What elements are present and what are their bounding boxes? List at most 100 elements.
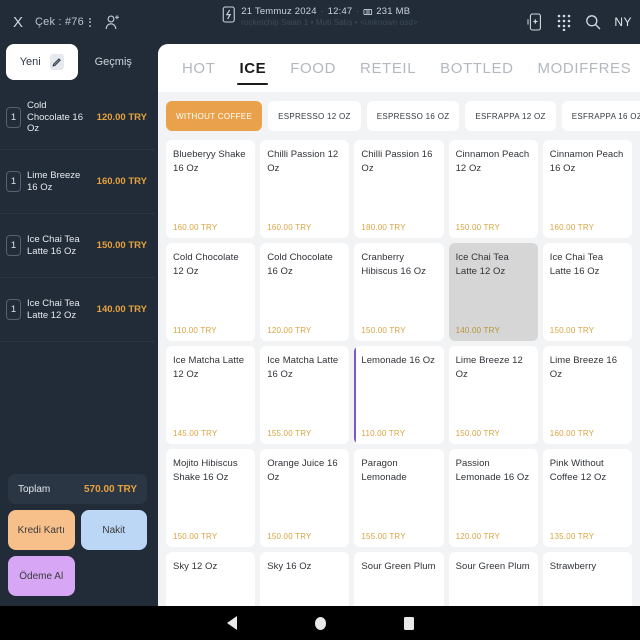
session-info: 21 Temmuz 2024 · 12:47 · 231 MB rocketch… xyxy=(241,6,418,27)
order-item-row[interactable]: 1 Ice Chai Tea Latte 16 Oz 150.00 TRY xyxy=(0,214,155,278)
check-number-text: Çek : #76 xyxy=(35,16,84,28)
tab-hot[interactable]: HOT xyxy=(170,44,227,92)
date-label: 21 Temmuz 2024 xyxy=(241,6,317,17)
product-price: 160.00 TRY xyxy=(267,223,312,232)
chip-without-coffee[interactable]: WITHOUT COFFEE xyxy=(166,101,263,131)
product-price: 150.00 TRY xyxy=(173,532,218,541)
cash-button[interactable]: Nakit xyxy=(80,510,147,550)
product-price: 180.00 TRY xyxy=(361,223,406,232)
product-card-selected[interactable]: Ice Chai Tea Latte 12 Oz 140.00 TRY xyxy=(448,243,538,341)
product-name: Cold Chocolate 12 Oz xyxy=(173,252,239,277)
chip-esfrappa-12oz[interactable]: ESFRAPPA 12 OZ xyxy=(465,101,556,131)
product-card-highlighted[interactable]: Lemonade 16 Oz 110.00 TRY xyxy=(354,346,444,444)
check-number-label[interactable]: Çek : #76 xyxy=(35,16,91,28)
person-add-icon[interactable] xyxy=(104,13,121,31)
user-initials-label[interactable]: NY xyxy=(614,15,632,29)
order-item-row[interactable]: 1 Ice Chai Tea Latte 12 Oz 140.00 TRY xyxy=(0,278,155,342)
numpad-grid-icon[interactable] xyxy=(556,13,572,31)
tab-gecmis[interactable]: Geçmiş xyxy=(78,44,150,80)
order-item-qty[interactable]: 1 xyxy=(6,235,21,256)
order-item-name: Ice Chai Tea Latte 16 Oz xyxy=(27,234,80,257)
product-card[interactable]: Orange Juice 16 Oz 150.00 TRY xyxy=(260,449,350,547)
total-value: 570.00 TRY xyxy=(84,483,137,495)
more-vertical-icon[interactable] xyxy=(88,17,91,27)
tab-reteil[interactable]: RETEIL xyxy=(348,44,428,92)
order-item-qty[interactable]: 1 xyxy=(6,299,21,320)
order-item-row[interactable]: 1 Cold Chocolate 16 Oz 120.00 TRY xyxy=(0,86,155,150)
tab-bottled[interactable]: BOTTLED xyxy=(428,44,525,92)
product-price: 160.00 TRY xyxy=(173,223,218,232)
tab-food[interactable]: FOOD xyxy=(278,44,348,92)
product-card[interactable]: Cranberry Hibiscus 16 Oz 150.00 TRY xyxy=(354,243,444,341)
recents-square-icon[interactable] xyxy=(403,616,414,630)
product-name: Cinnamon Peach 16 Oz xyxy=(549,149,624,174)
product-card[interactable]: Mojito Hibiscus Shake 16 Oz 150.00 TRY xyxy=(166,449,256,547)
product-card[interactable]: Lime Breeze 16 Oz 160.00 TRY xyxy=(542,346,632,444)
chip-espresso-12oz[interactable]: ESPRESSO 12 OZ xyxy=(268,101,361,131)
product-name: Strawberry xyxy=(549,561,597,572)
main-body: Yeni Geçmiş 1 Cold Chocolate 16 Oz 120.0… xyxy=(0,44,640,606)
order-item-qty[interactable]: 1 xyxy=(6,171,21,192)
product-grid-scroll[interactable]: Blueberyy Shake 16 Oz 160.00 TRY Chilli … xyxy=(158,140,640,606)
product-name: Cold Chocolate 16 Oz xyxy=(267,252,333,277)
order-item-name: Ice Chai Tea Latte 12 Oz xyxy=(27,298,80,321)
product-card[interactable]: Paragon Lemonade 155.00 TRY xyxy=(354,449,444,547)
tab-modiffres[interactable]: MODIFFRES xyxy=(526,44,640,92)
chip-espresso-16oz[interactable]: ESPRESSO 16 OZ xyxy=(366,101,460,131)
product-price: 150.00 TRY xyxy=(455,223,500,232)
product-name: Paragon Lemonade xyxy=(361,458,407,483)
product-card[interactable]: Pink Without Coffee 12 Oz 135.00 TRY xyxy=(542,449,632,547)
chip-esfrappa-16oz[interactable]: ESFRAPPA 16 OZ xyxy=(561,101,640,131)
product-card[interactable]: Ice Matcha Latte 16 Oz 155.00 TRY xyxy=(260,346,350,444)
product-name: Orange Juice 16 Oz xyxy=(267,458,338,483)
tab-yeni[interactable]: Yeni xyxy=(6,44,78,80)
product-card[interactable]: Cold Chocolate 16 Oz 120.00 TRY xyxy=(260,243,350,341)
product-card[interactable]: Strawberry xyxy=(542,552,632,606)
close-icon[interactable]: X xyxy=(10,13,26,32)
back-triangle-icon[interactable] xyxy=(226,616,237,630)
tab-gecmis-label: Geçmiş xyxy=(94,56,132,68)
total-label: Toplam xyxy=(18,483,51,495)
product-price: 110.00 TRY xyxy=(361,429,406,438)
product-card[interactable]: Sour Green Plum xyxy=(448,552,538,606)
add-device-icon[interactable] xyxy=(527,13,543,31)
tab-ice[interactable]: ICE xyxy=(227,44,278,92)
product-price: 150.00 TRY xyxy=(455,429,500,438)
product-price: 120.00 TRY xyxy=(455,532,500,541)
product-card[interactable]: Passion Lemonade 16 Oz 120.00 TRY xyxy=(448,449,538,547)
product-card[interactable]: Cinnamon Peach 12 Oz 150.00 TRY xyxy=(448,140,538,238)
product-price: 160.00 TRY xyxy=(549,223,595,232)
android-nav-bar xyxy=(0,606,640,640)
product-card[interactable]: Sour Green Plum xyxy=(354,552,444,606)
product-card[interactable]: Ice Chai Tea Latte 16 Oz 150.00 TRY xyxy=(542,243,632,341)
search-icon[interactable] xyxy=(585,14,601,30)
status-bar-left: X Çek : #76 xyxy=(10,13,121,32)
home-circle-icon[interactable] xyxy=(314,616,326,630)
product-card[interactable]: Sky 16 Oz xyxy=(260,552,350,606)
order-item-qty[interactable]: 1 xyxy=(6,107,21,128)
product-card[interactable]: Chilli Passion 16 Oz 180.00 TRY xyxy=(354,140,444,238)
product-card[interactable]: Lime Breeze 12 Oz 150.00 TRY xyxy=(448,346,538,444)
product-name: Cinnamon Peach 12 Oz xyxy=(455,149,530,174)
product-card[interactable]: Cold Chocolate 12 Oz 110.00 TRY xyxy=(166,243,256,341)
order-item-row[interactable]: 1 Lime Breeze 16 Oz 160.00 TRY xyxy=(0,150,155,214)
product-name: Mojito Hibiscus Shake 16 Oz xyxy=(173,458,238,483)
product-card[interactable]: Cinnamon Peach 16 Oz 160.00 TRY xyxy=(542,140,632,238)
tab-yeni-label: Yeni xyxy=(19,56,41,68)
status-bar-center: 21 Temmuz 2024 · 12:47 · 231 MB rocketch… xyxy=(222,6,418,27)
product-name: Passion Lemonade 16 Oz xyxy=(455,458,530,483)
order-panel: Yeni Geçmiş 1 Cold Chocolate 16 Oz 120.0… xyxy=(0,44,155,606)
product-card[interactable]: Ice Matcha Latte 12 Oz 145.00 TRY xyxy=(166,346,256,444)
order-items-list[interactable]: 1 Cold Chocolate 16 Oz 120.00 TRY 1 Lime… xyxy=(0,80,155,468)
product-card[interactable]: Sky 12 Oz xyxy=(166,552,256,606)
credit-card-button[interactable]: Kredi Kartı xyxy=(8,510,75,550)
subcategory-chips: WITHOUT COFFEE ESPRESSO 12 OZ ESPRESSO 1… xyxy=(158,92,640,140)
product-card[interactable]: Chilli Passion 12 Oz 160.00 TRY xyxy=(260,140,350,238)
product-price: 150.00 TRY xyxy=(549,326,595,335)
product-card[interactable]: Blueberyy Shake 16 Oz 160.00 TRY xyxy=(166,140,256,238)
order-item-name: Lime Breeze 16 Oz xyxy=(27,170,81,193)
product-name: Lime Breeze 12 Oz xyxy=(455,355,523,380)
product-name: Sky 16 Oz xyxy=(267,561,312,572)
take-payment-button[interactable]: Ödeme Al xyxy=(8,556,75,596)
edit-pencil-icon[interactable] xyxy=(49,54,64,70)
